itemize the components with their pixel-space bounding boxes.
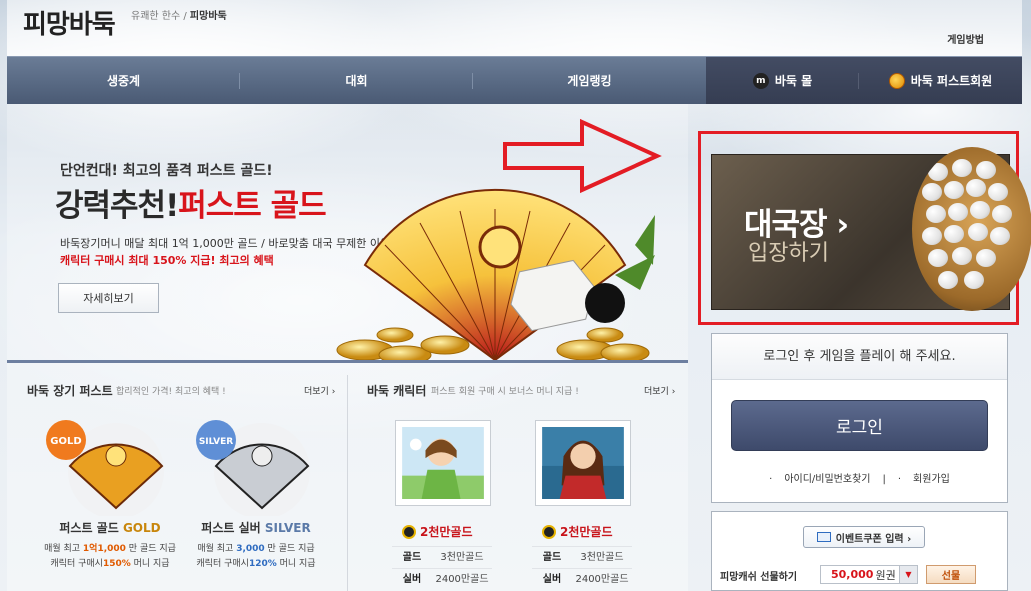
pass-silver[interactable]: SILVER 퍼스트 실버 SILVER 매월 최고 3,000 만 골드 지급… bbox=[186, 416, 326, 572]
nav-item-first-member[interactable]: 바둑 퍼스트회원 bbox=[859, 57, 1022, 104]
nav-item-mall[interactable]: m 바둑 몰 bbox=[706, 57, 859, 104]
nav-item-tournament[interactable]: 대회 bbox=[240, 57, 473, 104]
pass-name-gold: 퍼스트 골드 GOLD bbox=[59, 521, 161, 535]
chevron-down-icon[interactable]: ▼ bbox=[899, 566, 917, 583]
char-section-title: 바둑 캐릭터 bbox=[367, 384, 427, 398]
gold-coin-icon bbox=[542, 524, 556, 539]
gold-coin-icon bbox=[402, 524, 416, 539]
mall-icon: m bbox=[752, 72, 769, 89]
nav-item-ranking[interactable]: 게임랭킹 bbox=[473, 57, 706, 104]
gift-amount-select[interactable]: 50,000 원권 ▼ bbox=[820, 565, 918, 584]
login-links: · 아이디/비밀번호찾기 | · 회원가입 bbox=[769, 474, 950, 485]
coupon-button[interactable]: 이벤트쿠폰 입력 › bbox=[803, 526, 925, 548]
gold-fan-image: GOLD bbox=[46, 420, 164, 519]
svg-text:GOLD: GOLD bbox=[50, 436, 81, 447]
enter-game-button[interactable]: 대국장 › 입장하기 bbox=[711, 147, 1031, 311]
gift-button[interactable]: 선물 bbox=[926, 565, 976, 584]
silver-fan-image: SILVER bbox=[196, 420, 310, 519]
find-account-link[interactable]: 아이디/비밀번호찾기 bbox=[784, 474, 870, 485]
character-image bbox=[542, 427, 624, 499]
character-silver-row-1: 실버 2400만골드 bbox=[392, 568, 492, 586]
char-more-link[interactable]: 더보기 › bbox=[644, 384, 675, 397]
promo-title: 강력추천!퍼스트 골드 bbox=[55, 188, 327, 224]
pass-name-silver: 퍼스트 실버 SILVER bbox=[201, 521, 311, 535]
pass-desc-gold: 매월 최고 1억1,000 만 골드 지급 캐릭터 구매시150% 머니 지급 bbox=[44, 544, 176, 569]
character-gold-row-1: 골드 3천만골드 bbox=[392, 546, 492, 564]
character-card-1[interactable] bbox=[395, 420, 491, 506]
character-gold-row-2: 골드 3천만골드 bbox=[532, 546, 632, 564]
pass-section-title: 바둑 장기 퍼스트 bbox=[27, 384, 113, 398]
pass-more-link[interactable]: 더보기 › bbox=[304, 384, 335, 397]
character-card-2[interactable] bbox=[535, 420, 631, 506]
pass-gold[interactable]: GOLD 퍼스트 골드 GOLD 매월 최고 1억1,000 만 골드 지급 캐… bbox=[40, 416, 180, 572]
nav-item-live[interactable]: 생중계 bbox=[7, 57, 240, 104]
character-price-1: 2천만골드 bbox=[402, 523, 473, 540]
character-price-2: 2천만골드 bbox=[542, 523, 613, 540]
go-stone-bowl-icon bbox=[912, 147, 1031, 311]
column-divider bbox=[347, 375, 348, 591]
detail-button[interactable]: 자세히보기 bbox=[58, 283, 159, 313]
pass-section-desc: 합리적인 가격! 최고의 혜택 ! bbox=[116, 387, 226, 397]
right-arrow-icon bbox=[503, 118, 662, 194]
section-divider bbox=[7, 360, 688, 363]
enter-subtitle: 입장하기 bbox=[748, 241, 829, 266]
join-link[interactable]: 회원가입 bbox=[913, 474, 950, 485]
character-image bbox=[402, 427, 484, 499]
coupon-panel: 이벤트쿠폰 입력 › 피망캐쉬 선물하기 50,000 원권 ▼ 선물 bbox=[711, 511, 1008, 591]
svg-text:SILVER: SILVER bbox=[199, 437, 233, 447]
howto-link[interactable]: 게임방법 bbox=[947, 31, 984, 46]
coupon-icon bbox=[816, 532, 831, 542]
character-silver-row-2: 실버 2400만골드 bbox=[532, 568, 632, 586]
main-nav: 생중계 대회 게임랭킹 m 바둑 몰 바둑 퍼스트회원 bbox=[7, 56, 1022, 104]
header: 피망바둑 유쾌한 한수 / 피망바둑 게임방법 bbox=[7, 0, 1022, 56]
login-button[interactable]: 로그인 bbox=[731, 400, 988, 451]
gift-label: 피망캐쉬 선물하기 bbox=[720, 572, 798, 583]
login-message: 로그인 후 게임을 플레이 해 주세요. bbox=[712, 334, 1007, 380]
site-logo[interactable]: 피망바둑 bbox=[23, 4, 116, 41]
promo-highlight: 캐릭터 구매시 최대 150% 지급! 최고의 혜택 bbox=[60, 254, 274, 267]
login-panel: 로그인 후 게임을 플레이 해 주세요. 로그인 · 아이디/비밀번호찾기 | · 회원… bbox=[711, 333, 1008, 503]
promo-fan-image bbox=[336, 188, 655, 363]
promo-subtitle: 단언컨대! 최고의 품격 퍼스트 골드! bbox=[60, 163, 273, 179]
slogan: 유쾌한 한수 / 피망바둑 bbox=[131, 11, 227, 22]
char-section-desc: 퍼스트 회원 구매 시 보너스 머니 지급 ! bbox=[431, 387, 579, 397]
pass-desc-silver: 매월 최고 3,000 만 골드 지급 캐릭터 구매시120% 머니 지급 bbox=[196, 544, 316, 569]
first-member-icon bbox=[888, 72, 905, 89]
